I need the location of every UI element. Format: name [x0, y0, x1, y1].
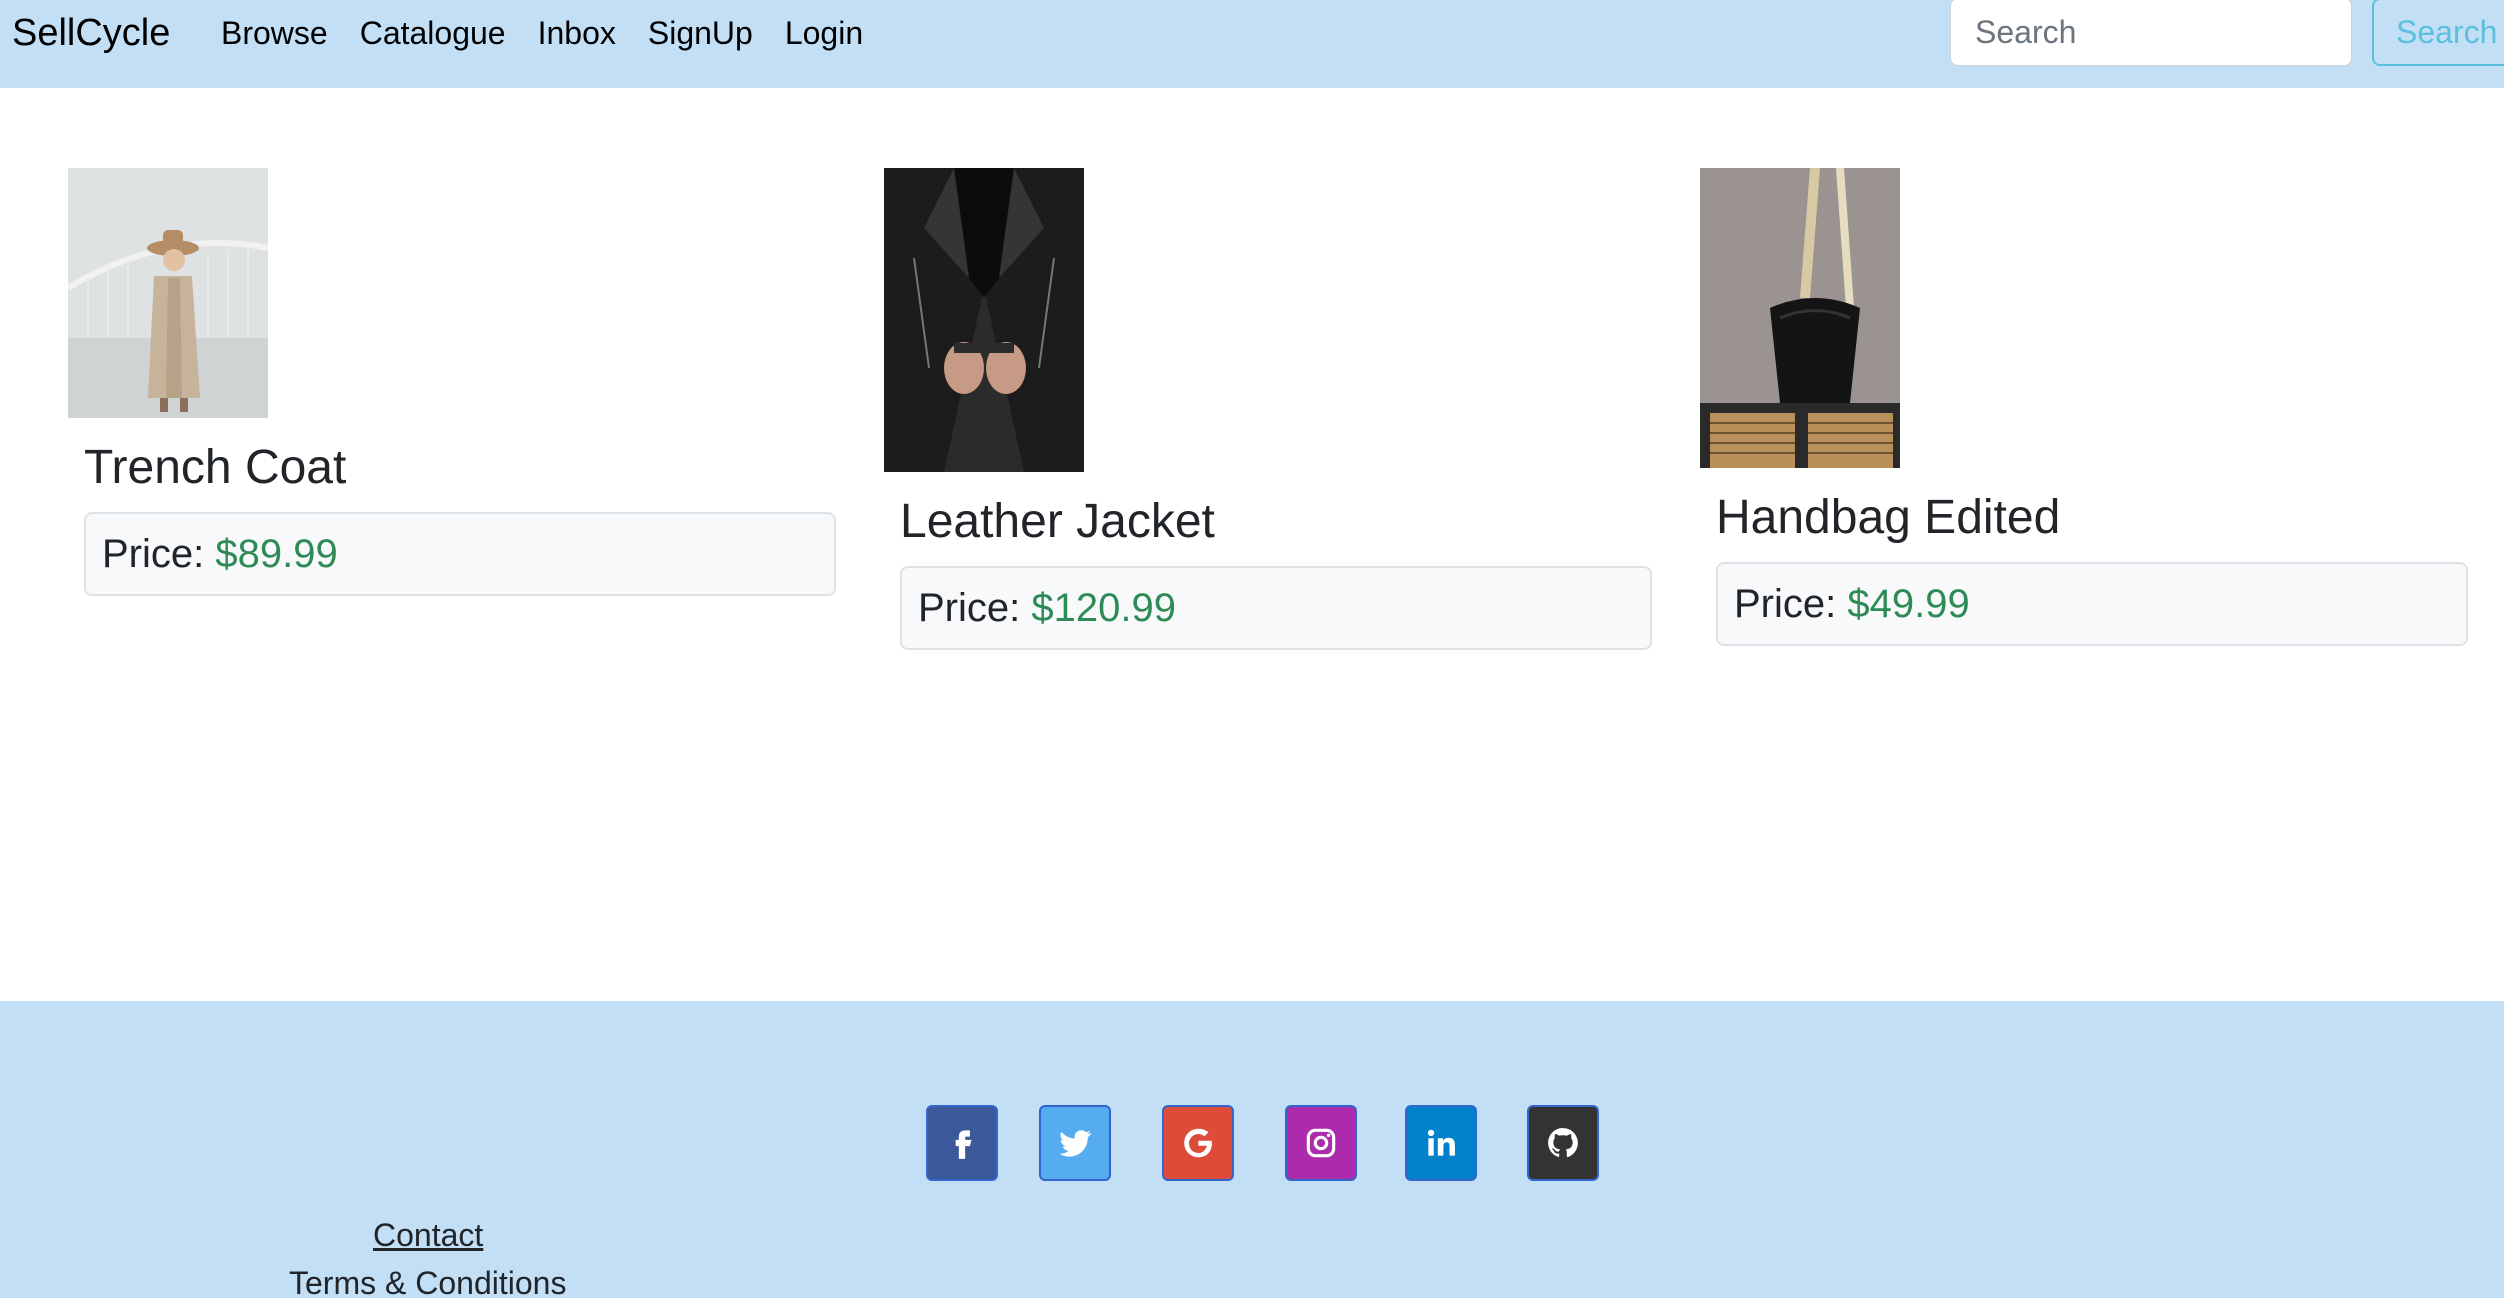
price-box: Price: $120.99: [900, 566, 1652, 650]
nav-catalogue[interactable]: Catalogue: [360, 12, 506, 54]
search-input[interactable]: [1950, 0, 2352, 66]
product-image-leather-jacket[interactable]: [884, 168, 1084, 472]
footer: Contact Terms & Conditions: [0, 1001, 2504, 1301]
product-name[interactable]: Trench Coat: [84, 440, 346, 496]
product-image-handbag[interactable]: [1700, 168, 1900, 468]
twitter-icon[interactable]: [1039, 1105, 1111, 1181]
price-label: Price:: [918, 586, 1021, 630]
price-label: Price:: [102, 532, 205, 576]
product-image-trench-coat[interactable]: [68, 168, 268, 418]
price-value: $49.99: [1847, 582, 1970, 626]
price-box: Price: $89.99: [84, 512, 836, 596]
social-links: [0, 1105, 2504, 1183]
nav-login[interactable]: Login: [785, 12, 863, 54]
instagram-icon[interactable]: [1285, 1105, 1357, 1181]
product-name[interactable]: Handbag Edited: [1716, 490, 2060, 546]
brand-link[interactable]: SellCycle: [12, 10, 170, 56]
google-icon[interactable]: [1162, 1105, 1234, 1181]
price-label: Price:: [1734, 582, 1837, 626]
price-value: $89.99: [215, 532, 338, 576]
terms-link[interactable]: Terms & Conditions: [289, 1264, 566, 1302]
facebook-icon[interactable]: [926, 1105, 998, 1181]
price-box: Price: $49.99: [1716, 562, 2468, 646]
nav-inbox[interactable]: Inbox: [538, 12, 616, 54]
nav-signup[interactable]: SignUp: [648, 12, 753, 54]
github-icon[interactable]: [1527, 1105, 1599, 1181]
price-value: $120.99: [1031, 586, 1176, 630]
navbar: SellCycle Browse Catalogue Inbox SignUp …: [0, 0, 2504, 88]
search-button[interactable]: Search: [2372, 0, 2504, 66]
nav-browse[interactable]: Browse: [221, 12, 328, 54]
linkedin-icon[interactable]: [1405, 1105, 1477, 1181]
nav-links: Browse Catalogue Inbox SignUp Login: [221, 12, 895, 54]
product-name[interactable]: Leather Jacket: [900, 494, 1215, 550]
contact-link[interactable]: Contact: [373, 1216, 483, 1254]
